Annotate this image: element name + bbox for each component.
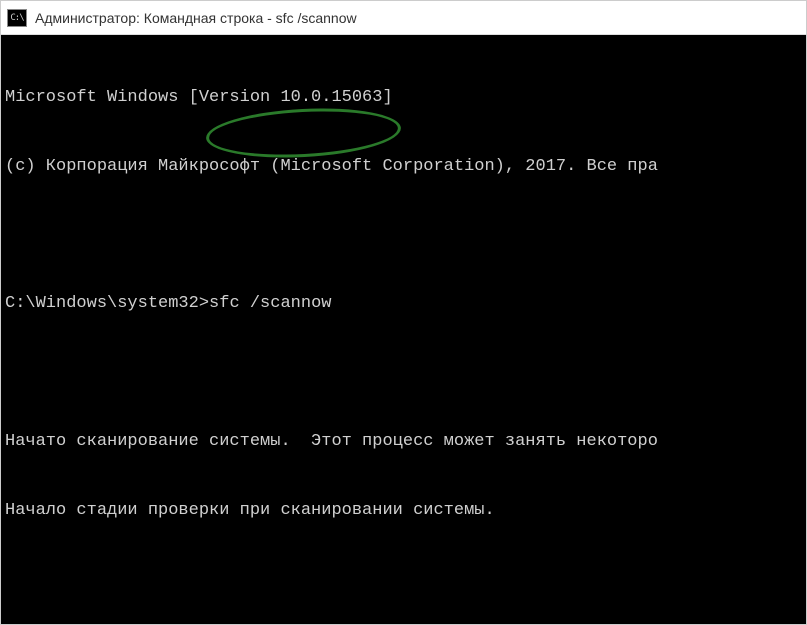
- app-icon: C:\: [7, 9, 27, 27]
- scan-stage-line: Начало стадии проверки при сканировании …: [5, 500, 802, 523]
- terminal-area[interactable]: Microsoft Windows [Version 10.0.15063] (…: [1, 35, 806, 624]
- app-icon-label: C:\: [10, 13, 23, 23]
- copyright-line: (c) Корпорация Майкрософт (Microsoft Cor…: [5, 156, 802, 179]
- prompt-line: C:\Windows\system32>sfc /scannow: [5, 293, 802, 316]
- version-line: Microsoft Windows [Version 10.0.15063]: [5, 87, 802, 110]
- prompt-text: C:\Windows\system32>: [5, 294, 209, 313]
- titlebar[interactable]: C:\ Администратор: Командная строка - sf…: [1, 1, 806, 35]
- scan-start-line: Начато сканирование системы. Этот процес…: [5, 431, 802, 454]
- command-prompt-window: C:\ Администратор: Командная строка - sf…: [0, 0, 807, 625]
- blank-line: [5, 362, 802, 385]
- command-text: sfc /scannow: [209, 294, 331, 313]
- annotation-circle: [205, 104, 402, 162]
- blank-line: [5, 225, 802, 248]
- window-title: Администратор: Командная строка - sfc /s…: [35, 10, 357, 26]
